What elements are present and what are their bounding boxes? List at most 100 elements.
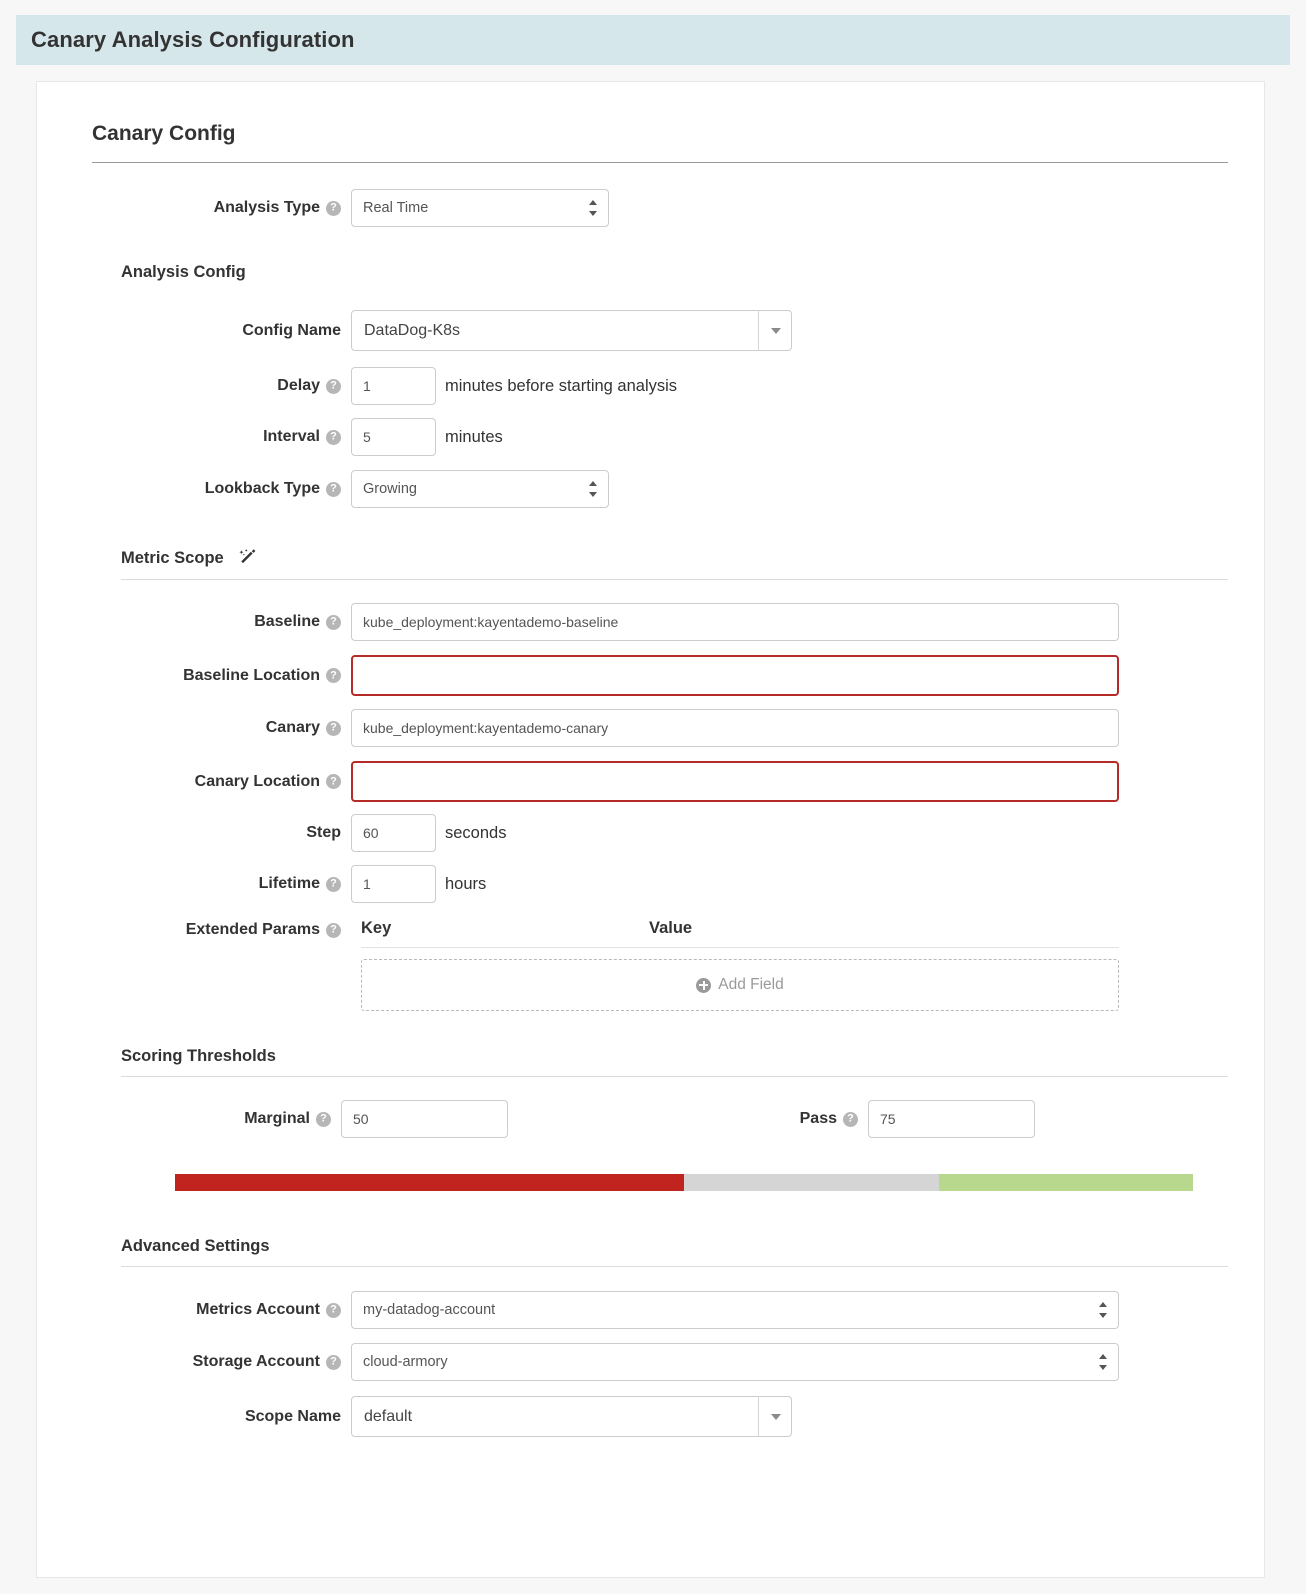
analysis-type-label: Analysis Type [59,199,351,217]
plus-circle-icon [696,977,712,993]
config-name-combobox[interactable]: DataDog-K8s [351,310,792,351]
metrics-account-label-text: Metrics Account [196,1301,320,1318]
storage-account-label-text: Storage Account [192,1353,320,1370]
extended-params-label: Extended Params [59,919,351,939]
help-circle-icon[interactable] [326,922,341,938]
threshold-bar-fail-segment [175,1174,684,1191]
canary-location-control [351,761,1119,802]
scope-name-label-text: Scope Name [244,1407,341,1425]
scoring-thresholds-divider [121,1076,1228,1077]
form-row-analysis-type: Analysis Type Real Time [59,189,1242,227]
baseline-location-label-text: Baseline Location [183,666,320,684]
analysis-type-label-text: Analysis Type [213,199,320,216]
select-spinner-icon [589,481,598,497]
form-row-lifetime: Lifetime hours [59,865,1242,903]
marginal-control [341,1100,508,1138]
advanced-settings-section-title: Advanced Settings [121,1237,1242,1256]
help-circle-icon[interactable] [326,481,341,497]
help-circle-icon[interactable] [326,668,341,683]
card-heading-divider [92,162,1228,163]
help-circle-icon[interactable] [326,378,341,394]
help-circle-icon[interactable] [326,1354,341,1370]
card-heading: Canary Config [92,122,236,145]
help-circle-icon[interactable] [326,876,341,892]
canary-location-input[interactable] [351,761,1119,802]
storage-account-value: cloud-armory [363,1354,448,1370]
pass-input[interactable] [868,1100,1035,1138]
chevron-down-icon[interactable] [758,310,792,351]
form-row-canary-location: Canary Location [59,761,1242,802]
extended-params-label-text: Extended Params [185,921,320,938]
analysis-config-section-title: Analysis Config [121,263,1242,282]
help-circle-icon[interactable] [326,720,341,736]
config-name-label-text: Config Name [242,321,341,339]
interval-label-text: Interval [263,428,320,445]
interval-input[interactable] [351,418,436,456]
canary-label: Canary [59,719,351,737]
baseline-control [351,603,1119,641]
form-row-canary: Canary [59,709,1242,747]
delay-unit-label: minutes before starting analysis [445,376,678,395]
help-circle-icon[interactable] [316,1111,331,1127]
analysis-type-select[interactable]: Real Time [351,189,609,227]
form-row-extended-params: Extended Params Key Value Add Field [59,919,1242,1011]
canary-control [351,709,1119,747]
page-header-band: Canary Analysis Configuration [16,15,1290,65]
baseline-location-input[interactable] [351,655,1119,696]
form-row-metrics-account: Metrics Account my-datadog-account [59,1291,1242,1329]
interval-control: minutes [351,418,503,456]
delay-input[interactable] [351,367,436,405]
help-circle-icon[interactable] [843,1111,858,1127]
lifetime-input[interactable] [351,865,436,903]
interval-unit-label: minutes [445,427,503,446]
scoring-thresholds-title-text: Scoring Thresholds [121,1047,276,1065]
form-row-scoring-thresholds: Marginal Pass [59,1100,1242,1138]
marginal-input[interactable] [341,1100,508,1138]
metrics-account-value: my-datadog-account [363,1302,496,1318]
marginal-label-text: Marginal [244,1110,310,1127]
form-row-lookback-type: Lookback Type Growing [59,470,1242,508]
analysis-type-control: Real Time [351,189,609,227]
config-name-value: DataDog-K8s [364,321,461,339]
scope-name-label: Scope Name [59,1408,351,1426]
form-row-baseline-location: Baseline Location [59,655,1242,696]
delay-label: Delay [59,377,351,395]
scope-name-control: default [351,1396,792,1437]
lookback-type-control: Growing [351,470,609,508]
form-row-step: Step seconds [59,814,1242,852]
scoring-thresholds-section-title: Scoring Thresholds [121,1047,1242,1066]
help-circle-icon[interactable] [326,200,341,216]
magic-wand-icon[interactable] [237,547,259,569]
canary-analysis-configuration-page: Canary Analysis Configuration Canary Con… [0,0,1306,1594]
pass-label: Pass [508,1110,868,1128]
help-circle-icon[interactable] [326,614,341,630]
help-circle-icon[interactable] [326,1302,341,1318]
pass-label-text: Pass [799,1110,837,1127]
canary-config-card: Canary Config Analysis Type Real Time An… [36,81,1265,1578]
step-label: Step [59,824,351,842]
canary-label-text: Canary [265,719,320,736]
baseline-location-control [351,655,1119,696]
lookback-type-select[interactable]: Growing [351,470,609,508]
add-field-button[interactable]: Add Field [361,959,1119,1011]
scope-name-combobox[interactable]: default [351,1396,792,1437]
form-row-delay: Delay minutes before starting analysis [59,367,1242,405]
canary-location-label-text: Canary Location [194,772,320,790]
step-input[interactable] [351,814,436,852]
chevron-down-icon[interactable] [758,1396,792,1437]
baseline-input[interactable] [351,603,1119,641]
storage-account-select[interactable]: cloud-armory [351,1343,1119,1381]
storage-account-control: cloud-armory [351,1343,1119,1381]
baseline-label-text: Baseline [254,613,320,630]
select-spinner-icon [589,200,598,216]
canary-input[interactable] [351,709,1119,747]
help-circle-icon[interactable] [326,429,341,445]
lifetime-unit-label: hours [445,874,487,893]
lookback-type-label: Lookback Type [59,480,351,498]
help-circle-icon[interactable] [326,774,341,789]
pass-control [868,1100,1035,1138]
extended-params-header-row: Key Value [361,919,1119,948]
advanced-settings-divider [121,1266,1228,1267]
marginal-label: Marginal [59,1110,341,1128]
metrics-account-select[interactable]: my-datadog-account [351,1291,1119,1329]
